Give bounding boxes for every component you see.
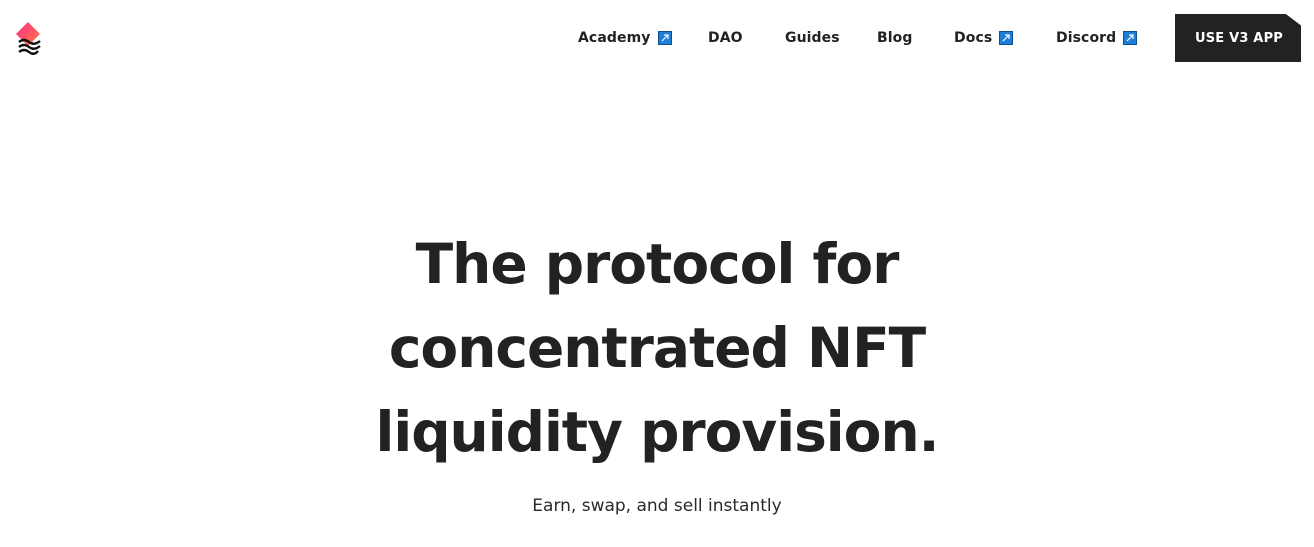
nav-item-guides[interactable]: Guides <box>785 29 840 47</box>
hero-title: The protocol for concentrated NFT liquid… <box>0 222 1314 474</box>
main-nav: Academy DAO Guides Blog Docs Discord USE <box>0 0 1314 76</box>
page: Academy DAO Guides Blog Docs Discord USE <box>0 0 1314 547</box>
nav-item-dao[interactable]: DAO <box>708 29 743 47</box>
nav-item-academy[interactable]: Academy <box>578 29 672 47</box>
nav-item-docs[interactable]: Docs <box>954 29 1014 47</box>
external-link-icon <box>1123 31 1138 45</box>
nav-item-blog[interactable]: Blog <box>877 29 913 47</box>
external-link-icon <box>657 31 672 45</box>
hero-title-line: The protocol for <box>415 232 900 296</box>
nav-item-discord[interactable]: Discord <box>1056 29 1138 47</box>
nav-item-label: Academy <box>578 30 651 46</box>
use-v3-app-button[interactable]: USE V3 APP <box>1175 14 1301 62</box>
hero-subtitle: Earn, swap, and sell instantly <box>532 496 782 516</box>
nav-item-label: Docs <box>954 30 993 46</box>
nav-item-label: Blog <box>877 30 913 46</box>
external-link-icon <box>999 31 1014 45</box>
nav-item-label: DAO <box>708 30 743 46</box>
hero-title-line: concentrated NFT <box>388 316 926 380</box>
nav-item-label: Guides <box>785 30 840 46</box>
nav-item-label: Discord <box>1056 30 1117 46</box>
hero-title-line: liquidity provision. <box>375 400 939 464</box>
